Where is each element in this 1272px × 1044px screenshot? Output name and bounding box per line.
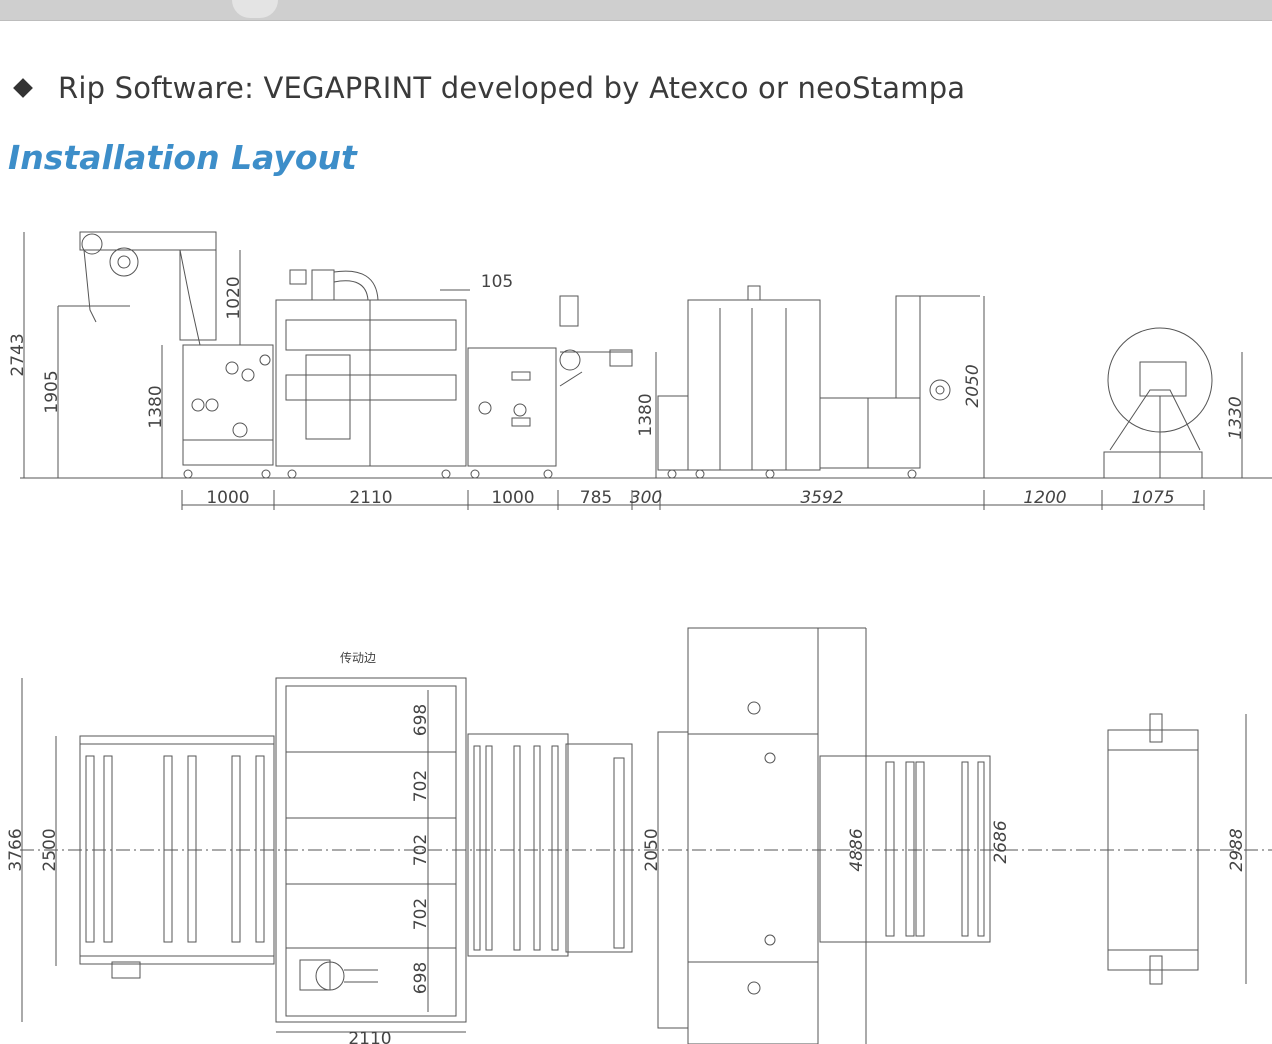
dim-2110-top: 2110 [348,1029,391,1044]
dim-1330: 1330 [1226,396,1246,439]
dim-2500: 2500 [40,828,60,871]
dim-785: 785 [580,488,612,508]
dim-300: 300 [630,488,662,508]
dim-105: 105 [481,272,513,292]
side-view [20,231,1272,510]
dim-702-c: 702 [411,898,431,930]
dim-1000-b: 1000 [491,488,534,508]
dim-702-b: 702 [411,834,431,866]
dim-698-top: 698 [411,704,431,736]
dim-2988: 2988 [1227,828,1247,871]
dim-2110: 2110 [349,488,392,508]
dim-2050-side: 2050 [963,364,983,407]
dim-1200: 1200 [1023,488,1066,508]
dim-698-bottom: 698 [411,962,431,994]
dim-1020: 1020 [224,276,244,319]
dim-2686: 2686 [991,820,1011,863]
dim-1000-a: 1000 [206,488,249,508]
dim-702-a: 702 [411,770,431,802]
dim-1380-left: 1380 [146,385,166,428]
dim-2743: 2743 [8,333,28,376]
installation-layout-drawing: 2743 1905 1380 1020 105 1380 2050 1330 1… [6,231,1272,1044]
dim-1905: 1905 [42,370,62,413]
dim-3592: 3592 [800,488,843,508]
drive-side-label: 传动边 [340,650,376,665]
dim-3766: 3766 [6,828,26,871]
dim-1075: 1075 [1131,488,1174,508]
dim-2050-top: 2050 [642,828,662,871]
dim-4886: 4886 [847,828,867,871]
dim-1380-right: 1380 [636,393,656,436]
